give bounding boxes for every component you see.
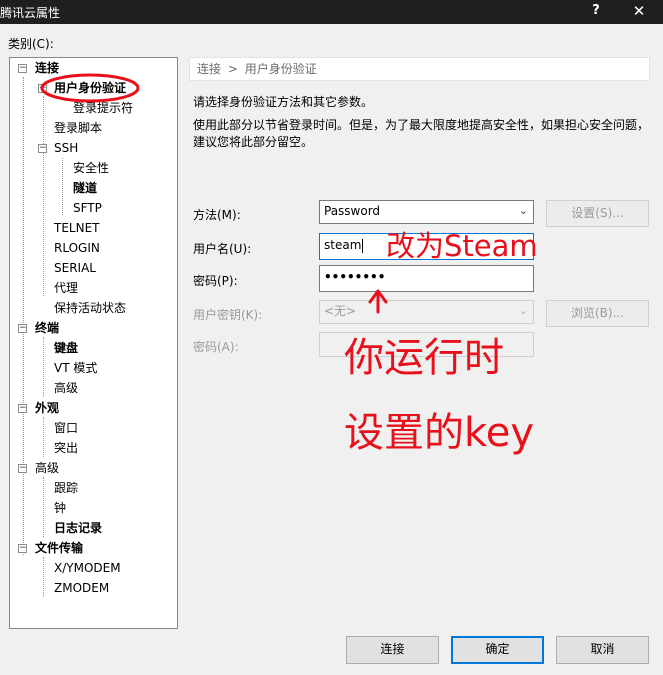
annotation-circle (40, 73, 140, 103)
annotation-layer: 改为Steam 你运行时 设置的key (40, 73, 538, 456)
annotation-text-rename: 改为Steam (386, 229, 538, 263)
annotation-text-line-1: 你运行时 (344, 335, 504, 381)
annotation-text-line-2: 设置的key (344, 410, 534, 456)
arrow-up-icon (368, 289, 388, 314)
